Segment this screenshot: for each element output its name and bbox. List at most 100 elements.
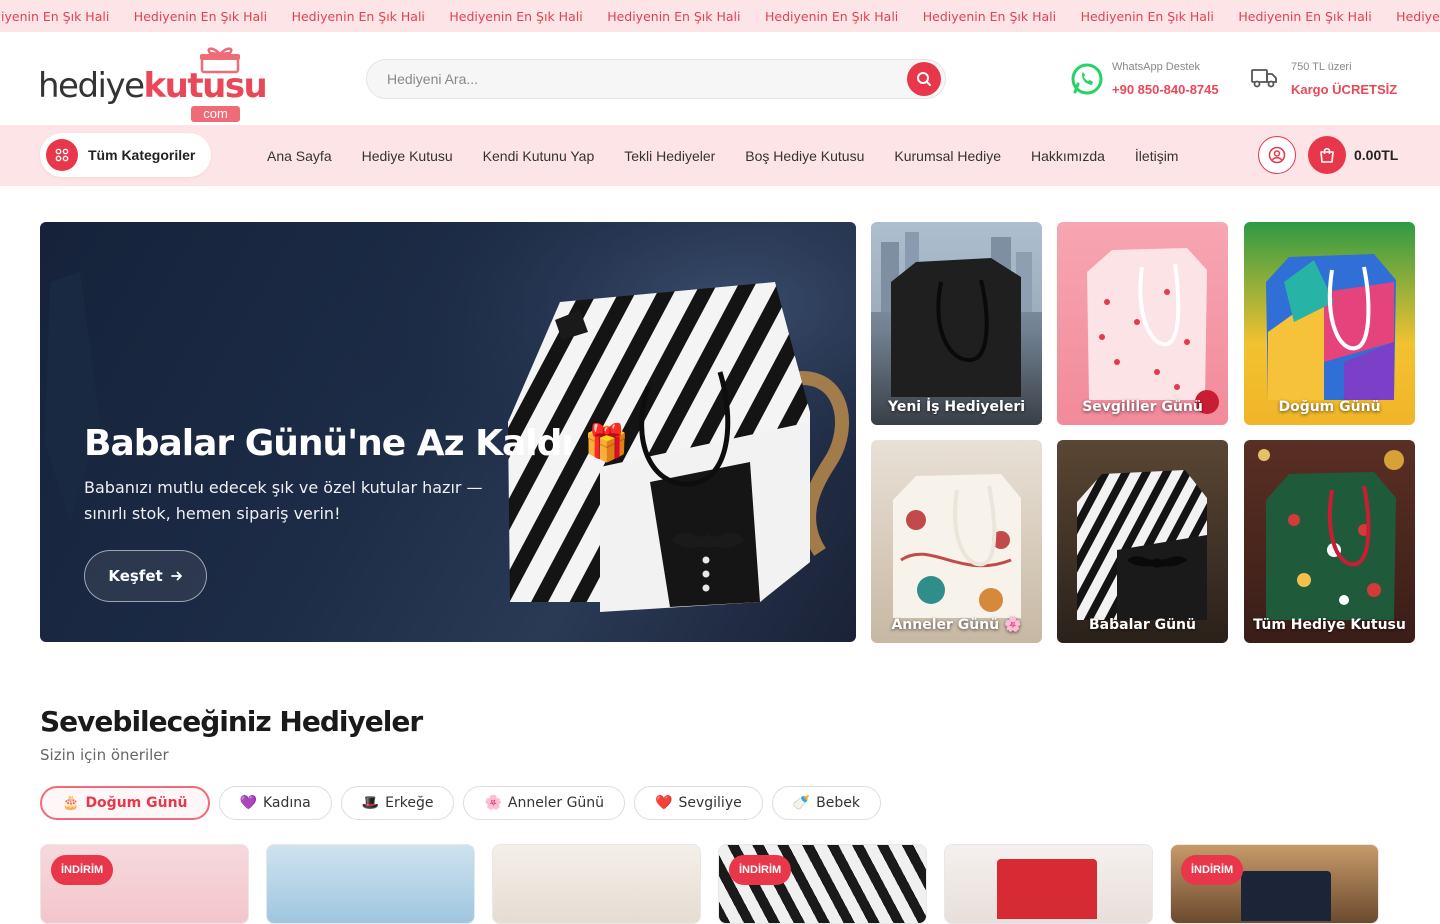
chip-label: Erkeğe [385, 795, 434, 811]
whatsapp-icon[interactable] [1070, 62, 1104, 96]
nav-link-hakkimizda[interactable]: Hakkımızda [1016, 148, 1120, 164]
chip-emoji: 🌸 [484, 795, 502, 811]
nav-link-bos-hediye-kutusu[interactable]: Boş Hediye Kutusu [730, 148, 879, 164]
tile-image [1087, 248, 1219, 414]
tile-image [1258, 449, 1404, 620]
all-categories-button[interactable]: Tüm Kategoriler [40, 133, 211, 177]
all-categories-label: Tüm Kategoriler [88, 147, 196, 163]
category-tile-anneler-gunu[interactable]: Anneler Günü 🌸 [871, 440, 1042, 643]
arrow-right-icon [170, 571, 182, 581]
tile-image [1077, 470, 1207, 620]
chip-emoji: 💜 [239, 795, 257, 811]
product-card[interactable]: İNDİRİM [40, 844, 249, 924]
discount-badge: İNDİRİM [1181, 855, 1244, 885]
tile-image [871, 222, 1042, 397]
filter-chips: 🎂 Doğum Günü 💜 Kadına 🎩 Erkeğe 🌸 Anneler Gün… [40, 786, 881, 820]
whatsapp-label: WhatsApp Destek [1112, 61, 1201, 73]
cart-button[interactable] [1308, 136, 1346, 174]
category-tile-dogum-gunu[interactable]: Doğum Günü [1244, 222, 1415, 425]
ticker-item: Hediyenin En Şık Hali [0, 8, 110, 24]
chip-emoji: 🎂 [62, 795, 80, 811]
tile-image [893, 474, 1021, 618]
chip-label: Bebek [816, 795, 860, 811]
chip-label: Anneler Günü [507, 795, 605, 811]
hero-subtitle: Babanızı mutlu edecek şık ve özel kutula… [84, 478, 483, 523]
category-tile-babalar-gunu[interactable]: Babalar Günü [1057, 440, 1228, 643]
search-icon [917, 72, 931, 86]
tile-label: Babalar Günü [1088, 617, 1196, 633]
ticker-track: Hediyenin En Şık Hali Hediyenin En Şık Ha… [0, 0, 1440, 32]
category-tile-tum-hediye-kutusu[interactable]: Tüm Hediye Kutusu [1244, 440, 1415, 643]
tile-label: Anneler Günü 🌸 [891, 617, 1022, 633]
chip-kadina[interactable]: 💜 Kadına [218, 786, 332, 820]
chip-erkege[interactable]: 🎩 Erkeğe [340, 786, 455, 820]
chip-dogum-gunu[interactable]: 🎂 Doğum Günü [40, 786, 210, 820]
header: hediyekutusu com WhatsApp Destek +90 850… [0, 32, 1440, 125]
search-input[interactable] [387, 60, 887, 98]
nav-link-iletisim[interactable]: İletişim [1120, 148, 1194, 164]
main-nav: Tüm Kategoriler Ana Sayfa Hediye Kutusu … [0, 125, 1440, 186]
tile-image [1266, 254, 1396, 400]
shopping-bag-icon [1320, 147, 1334, 163]
chip-emoji: 🎩 [361, 795, 380, 811]
discover-button[interactable]: Keşfet [84, 550, 207, 602]
hero-banner[interactable]: Babalar Günü'ne Az Kaldı 🎁 Babanızı mutl… [40, 222, 856, 642]
nav-link-hediye-kutusu[interactable]: Hediye Kutusu [347, 148, 468, 164]
user-icon [1268, 146, 1286, 164]
chip-label: Doğum Günü [85, 795, 188, 811]
ticker-item: Hediyenin En Şık Hali [764, 8, 899, 24]
search-bar [366, 59, 946, 99]
grid-icon [46, 139, 78, 171]
account-button[interactable] [1258, 136, 1296, 174]
chip-sevgiliye[interactable]: ❤️ Sevgiliye [634, 786, 763, 820]
product-card[interactable] [492, 844, 701, 924]
category-tile-yeni-is[interactable]: Yeni İş Hediyeleri [871, 222, 1042, 425]
nav-link-ana-sayfa[interactable]: Ana Sayfa [252, 148, 347, 164]
nav-link-kurumsal-hediye[interactable]: Kurumsal Hediye [879, 148, 1016, 164]
ticker-item: Hediyenin En Şık Hali [133, 8, 268, 24]
tile-label: Tüm Hediye Kutusu [1253, 617, 1406, 633]
logo-suffix: com [191, 106, 240, 122]
hero-title: Babalar Günü'ne Az Kaldı 🎁 [84, 423, 629, 464]
product-image [1241, 871, 1331, 921]
logo-text: hediyekutusu [38, 66, 268, 106]
truck-icon [1251, 69, 1277, 88]
announcement-ticker: Hediyenin En Şık Hali Hediyenin En Şık Ha… [0, 0, 1440, 32]
chip-bebek[interactable]: 🍼 Bebek [771, 786, 881, 820]
section-title: Sevebileceğiniz Hediyeler [40, 705, 423, 738]
tile-label: Doğum Günü [1278, 399, 1381, 415]
ticker-item: Hediyenin En Şık Hali [1396, 8, 1440, 24]
nav-link-kendi-kutunu-yap[interactable]: Kendi Kutunu Yap [468, 148, 610, 164]
logo[interactable]: hediyekutusu com [38, 46, 268, 122]
ticker-item: Hediyenin En Şık Hali [922, 8, 1057, 24]
category-tile-sevgililer[interactable]: Sevgililer Günü [1057, 222, 1228, 425]
discount-badge: İNDİRİM [51, 855, 114, 885]
product-card[interactable] [944, 844, 1153, 924]
product-card[interactable]: İNDİRİM [1170, 844, 1379, 924]
chip-anneler-gunu[interactable]: 🌸 Anneler Günü [463, 786, 626, 820]
product-image [997, 859, 1097, 919]
ticker-item: Hediyenin En Şık Hali [291, 8, 425, 24]
tile-label: Sevgililer Günü [1082, 399, 1203, 415]
cargo-text: Kargo ÜCRETSİZ [1291, 82, 1398, 97]
discount-badge: İNDİRİM [729, 855, 792, 885]
product-card[interactable]: İNDİRİM [718, 844, 927, 924]
product-card[interactable] [266, 844, 475, 924]
nav-links: Ana Sayfa Hediye Kutusu Kendi Kutunu Yap… [252, 125, 1193, 186]
ticker-item: Hediyenin En Şık Hali [1238, 8, 1372, 24]
discover-button-label: Keşfet [108, 567, 163, 585]
search-button[interactable] [907, 62, 941, 96]
chip-label: Sevgiliye [678, 795, 742, 811]
section-subtitle: Sizin için öneriler [40, 746, 169, 764]
tile-label: Yeni İş Hediyeleri [887, 399, 1026, 415]
chip-emoji: 🍼 [792, 795, 811, 811]
chip-emoji: ❤️ [655, 795, 673, 811]
chip-label: Kadına [262, 795, 311, 811]
cargo-label: 750 TL üzeri [1291, 61, 1352, 73]
ticker-item: Hediyenin En Şık Hali [1080, 8, 1214, 24]
ticker-item: Hediyenin En Şık Hali [449, 8, 583, 24]
cart-total: 0.00TL [1354, 147, 1399, 163]
nav-link-tekli-hediyeler[interactable]: Tekli Hediyeler [609, 148, 730, 164]
ticker-item: Hediyenin En Şık Hali [607, 8, 741, 24]
whatsapp-phone[interactable]: +90 850-840-8745 [1112, 82, 1219, 97]
